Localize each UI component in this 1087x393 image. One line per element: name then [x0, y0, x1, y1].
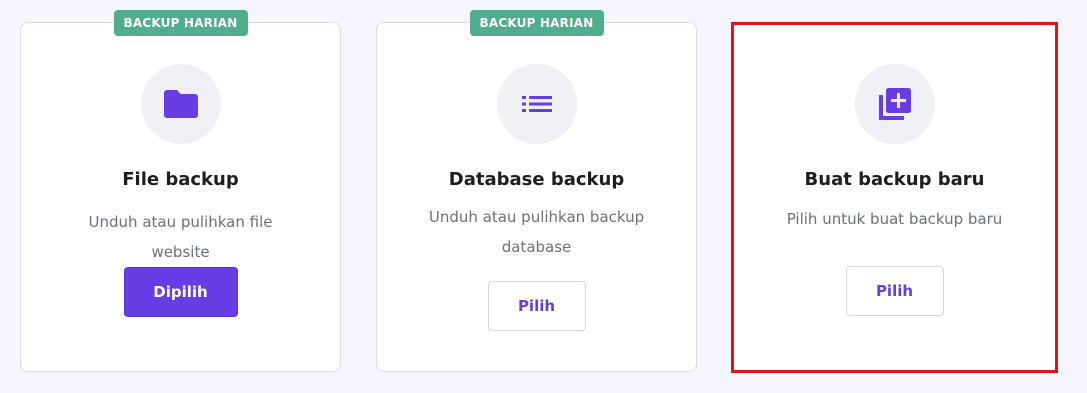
card-title: Buat backup baru — [804, 169, 985, 190]
card-description: Pilih untuk buat backup baru — [786, 210, 1003, 228]
icon-circle — [854, 64, 935, 144]
card-description: Unduh atau pulihkan backup database — [428, 208, 645, 256]
card-title: File backup — [122, 169, 239, 190]
select-button[interactable]: Pilih — [845, 266, 944, 316]
list-icon — [521, 96, 552, 112]
folder-icon — [163, 90, 198, 118]
selected-button[interactable]: Dipilih — [123, 267, 238, 317]
add-library-icon — [878, 88, 911, 120]
card-description: Unduh atau pulihkan file website — [88, 213, 273, 261]
icon-circle — [140, 64, 221, 144]
icon-circle — [496, 64, 577, 144]
daily-backup-badge: BACKUP HARIAN — [469, 10, 604, 36]
database-backup-card[interactable]: BACKUP HARIAN Database backup Unduh atau… — [376, 10, 697, 372]
card-title: Database backup — [448, 169, 625, 190]
new-backup-card[interactable]: Buat backup baru Pilih untuk buat backup… — [731, 22, 1058, 373]
file-backup-card[interactable]: BACKUP HARIAN File backup Unduh atau pul… — [20, 10, 341, 372]
select-button[interactable]: Pilih — [487, 281, 586, 331]
daily-backup-badge: BACKUP HARIAN — [113, 10, 248, 36]
